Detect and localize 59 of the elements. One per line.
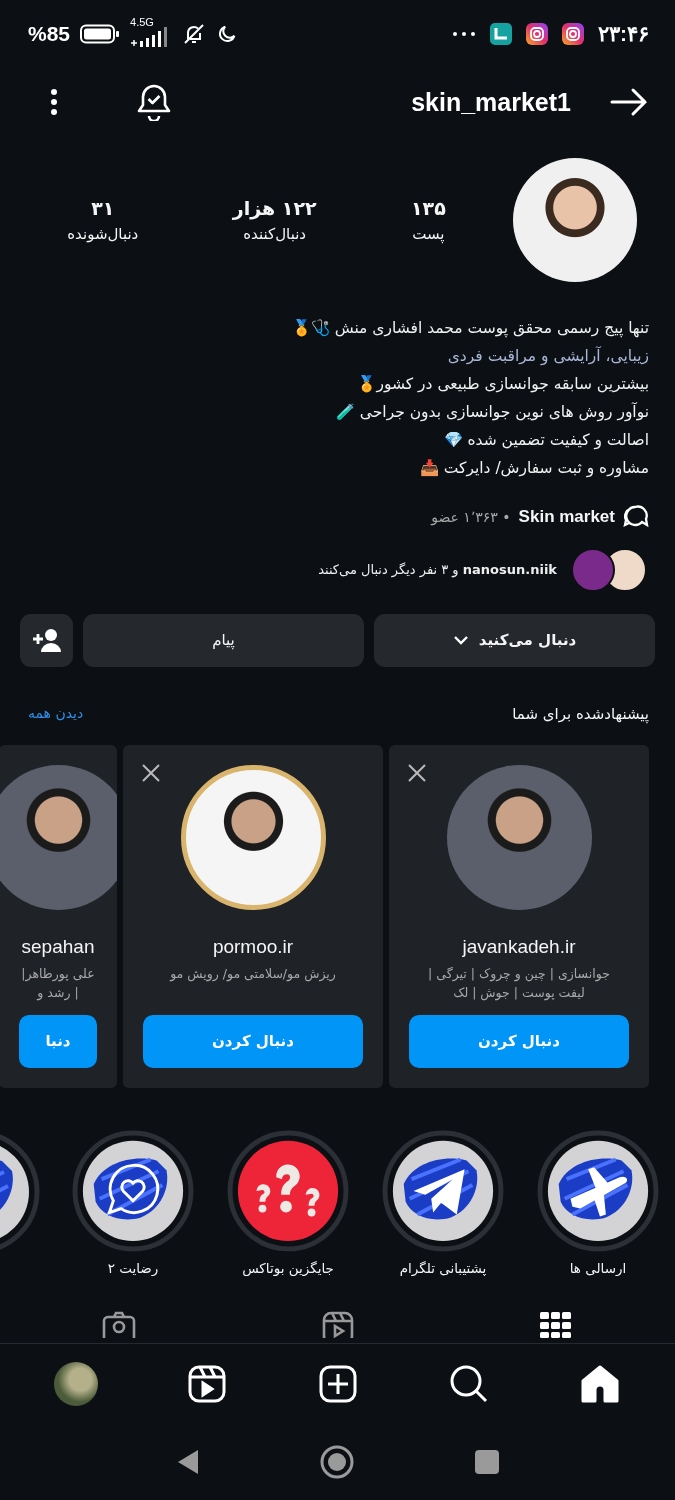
stat-label[interactable]: دنبال‌کننده [243, 224, 307, 243]
reels-icon[interactable] [187, 1364, 226, 1403]
highlight-label[interactable]: رضایت ۲ [107, 1259, 159, 1276]
chat-bubbles-icon[interactable] [623, 503, 651, 530]
home-icon[interactable] [579, 1364, 620, 1403]
account-bio: ریزش مو/سلامتی مو/ رویش مو [168, 964, 337, 983]
stat-count[interactable]: ۱۲۲ هزار [232, 196, 317, 219]
grid-icon[interactable] [537, 1309, 574, 1338]
network-type: 4.5G [130, 15, 154, 28]
battery-icon [80, 23, 121, 44]
username: skin_market1 [411, 88, 571, 117]
category-label: زیبایی، آرایشی و مراقبت فردی [447, 345, 649, 367]
highlight-cover-icon[interactable] [226, 1129, 350, 1252]
highlight-label[interactable]: جایگزین بوتاکس [242, 1259, 334, 1276]
more-dots-icon [452, 30, 476, 37]
bio-line: بیشترین سابقه جوانسازی طبیعی در کشور🏅 [357, 373, 649, 395]
account-name[interactable]: pormoo.ir [212, 935, 294, 958]
account-name[interactable]: sepahan [21, 935, 95, 958]
search-icon[interactable] [448, 1363, 489, 1404]
create-post-icon[interactable] [318, 1364, 357, 1403]
bio-line: تنها پیج رسمی محقق پوست محمد افشاری منش 🩺🏅 [291, 317, 649, 340]
highlight-label[interactable]: ارسالی ها [569, 1259, 627, 1276]
account-name[interactable]: javankadeh.ir [462, 935, 576, 958]
notification-bell-icon[interactable] [136, 83, 172, 122]
camera-icon[interactable] [101, 1309, 138, 1338]
highlight-cover-icon[interactable] [71, 1129, 195, 1252]
add-person-button[interactable] [20, 613, 73, 667]
see-all-link[interactable]: دیدن همه [28, 704, 84, 723]
highlight-label[interactable]: پشتیبانی تلگرام [399, 1259, 487, 1276]
home-button-icon[interactable] [319, 1444, 354, 1479]
bio-line: مشاوره و ثبت سفارش/ دایرکت 📥 [419, 457, 649, 480]
account-bio: جوانسازی | چین و چروک | تیرگی | لیفت پوست | جوش | لک [427, 964, 611, 1002]
menu-icon[interactable] [50, 88, 58, 117]
following-button[interactable]: دنبال می‌کنید [374, 613, 655, 667]
stat-label[interactable]: دنبال‌شونده [67, 224, 139, 243]
highlight-cover-icon[interactable] [381, 1129, 505, 1252]
highlight-cover-icon[interactable] [536, 1129, 660, 1252]
bell-muted-icon [182, 21, 207, 46]
bio-line: اصالت و کیفیت تضمین شده 💎 [443, 429, 649, 452]
caret-icon [452, 635, 469, 646]
close-icon[interactable] [407, 762, 427, 783]
stat-count[interactable]: ۱۳۵ [411, 196, 446, 219]
stat-label[interactable]: پست [412, 224, 445, 243]
channel-members: • ۱٬۳۶۳ عضو [431, 508, 511, 525]
app-notification-icon [490, 22, 512, 45]
camera-app-icon [526, 22, 548, 45]
clock-time: ۲۳:۴۶ [598, 21, 649, 46]
section-title: پیشنهادشده برای شما [512, 704, 649, 723]
recents-icon[interactable] [473, 1448, 500, 1475]
camera-app-icon [562, 22, 584, 45]
back-arrow-icon[interactable] [609, 87, 649, 118]
bio-line: نوآور روش های نوین جوانسازی بدون جراحی 🧪 [335, 401, 649, 424]
message-button[interactable]: پیام [83, 613, 364, 667]
channel-name[interactable]: Skin market [518, 506, 615, 527]
battery-percent: %85 [28, 21, 71, 46]
add-person-icon [31, 628, 62, 653]
stat-count[interactable]: ۳۱ [91, 196, 115, 219]
account-bio: علی پورطاهر| | رشد و [20, 964, 96, 1002]
close-icon[interactable] [141, 762, 161, 783]
